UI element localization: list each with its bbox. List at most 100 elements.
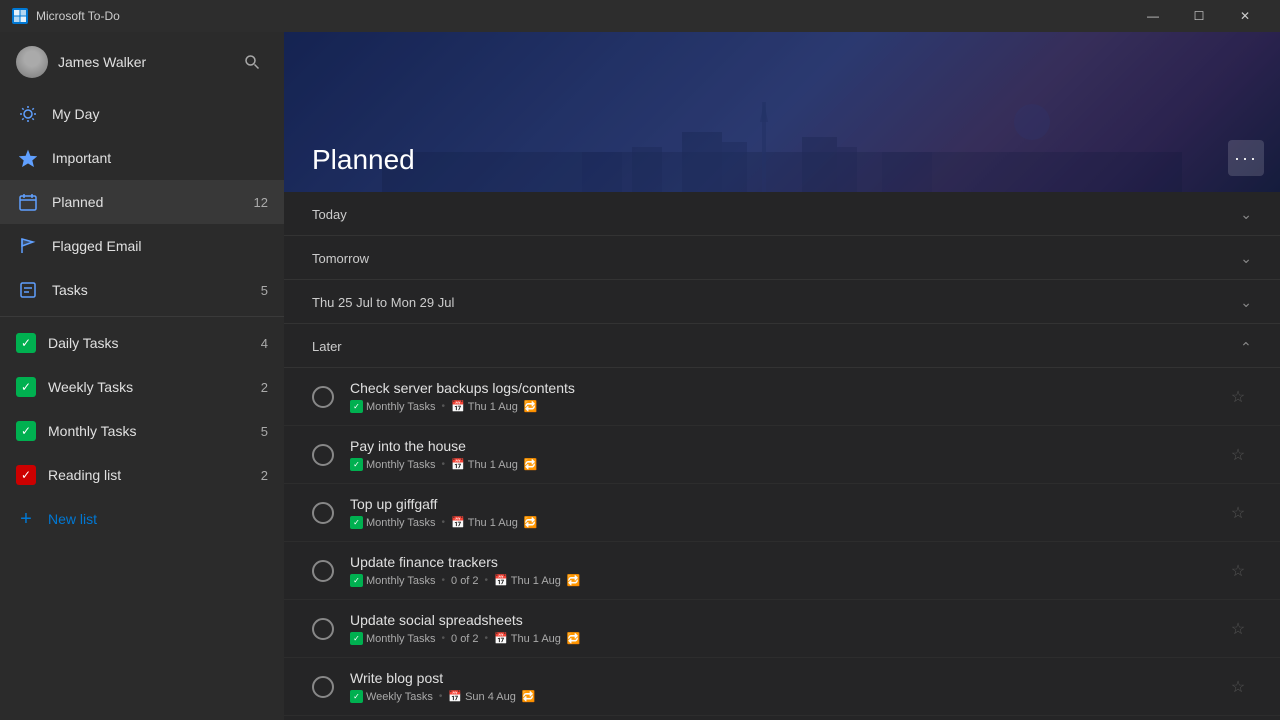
- task-content: Check server backups logs/contents ✓ Mon…: [350, 380, 1224, 413]
- task-meta: ✓ Monthly Tasks • 0 of 2 • 📅 Thu 1 Aug 🔁: [350, 632, 1224, 645]
- task-complete-circle[interactable]: [312, 502, 334, 524]
- window-controls: — ☐ ✕: [1130, 0, 1268, 32]
- user-name: James Walker: [58, 54, 146, 70]
- table-row[interactable]: Update finance trackers ✓ Monthly Tasks …: [284, 542, 1280, 600]
- more-options-button[interactable]: ···: [1228, 140, 1264, 176]
- table-row[interactable]: Write blog post ✓ Weekly Tasks • 📅 Sun 4…: [284, 658, 1280, 716]
- table-row[interactable]: Update social spreadsheets ✓ Monthly Tas…: [284, 600, 1280, 658]
- sidebar-item-weekly-tasks[interactable]: ✓ Weekly Tasks 2: [0, 365, 284, 409]
- calendar-icon: [16, 190, 40, 214]
- main-content: Planned ··· Today ⌄ Tomorrow ⌄ Thu 25 Ju…: [284, 32, 1280, 720]
- list-check-icon-green: ✓: [16, 377, 36, 397]
- task-content: Top up giffgaff ✓ Monthly Tasks • 📅 Thu …: [350, 496, 1224, 529]
- task-complete-circle[interactable]: [312, 560, 334, 582]
- section-title: Later: [312, 339, 342, 354]
- task-title: Update social spreadsheets: [350, 612, 1224, 628]
- list-badge: 4: [261, 336, 268, 351]
- search-button[interactable]: [236, 46, 268, 78]
- task-meta: ✓ Monthly Tasks • 📅 Thu 1 Aug 🔁: [350, 400, 1224, 413]
- tag-check-icon: ✓: [350, 458, 363, 471]
- repeat-icon: 🔁: [567, 574, 581, 587]
- repeat-icon: 🔁: [522, 690, 536, 703]
- task-list-area: Today ⌄ Tomorrow ⌄ Thu 25 Jul to Mon 29 …: [284, 192, 1280, 720]
- section-title: Tomorrow: [312, 251, 369, 266]
- chevron-down-icon: ⌄: [1240, 294, 1252, 311]
- sidebar-item-label: Flagged Email: [52, 238, 268, 254]
- section-today[interactable]: Today ⌄: [284, 192, 1280, 236]
- sidebar-item-important[interactable]: Important: [0, 136, 284, 180]
- flag-icon: [16, 234, 40, 258]
- title-bar: Microsoft To-Do — ☐ ✕: [0, 0, 1280, 32]
- calendar-small-icon: 📅: [448, 690, 462, 703]
- task-star-button[interactable]: ☆: [1224, 673, 1252, 701]
- calendar-small-icon: 📅: [494, 574, 508, 587]
- section-later[interactable]: Later ⌄: [284, 324, 1280, 368]
- task-title: Check server backups logs/contents: [350, 380, 1224, 396]
- tag-check-icon: ✓: [350, 632, 363, 645]
- task-list-name: Monthly Tasks: [366, 575, 436, 587]
- table-row[interactable]: Pay into the house ✓ Monthly Tasks • 📅 T…: [284, 426, 1280, 484]
- tag-check-icon: ✓: [350, 400, 363, 413]
- task-complete-circle[interactable]: [312, 386, 334, 408]
- table-row[interactable]: Top up giffgaff ✓ Monthly Tasks • 📅 Thu …: [284, 484, 1280, 542]
- list-badge: 2: [261, 468, 268, 483]
- task-star-button[interactable]: ☆: [1224, 441, 1252, 469]
- list-check-icon-green: ✓: [16, 333, 36, 353]
- task-list-name: Weekly Tasks: [366, 691, 433, 703]
- avatar: [16, 46, 48, 78]
- list-label: Daily Tasks: [48, 335, 261, 351]
- task-list-tag: ✓ Monthly Tasks: [350, 574, 436, 587]
- task-date: 📅 Sun 4 Aug: [448, 690, 515, 703]
- close-button[interactable]: ✕: [1222, 0, 1268, 32]
- task-complete-circle[interactable]: [312, 444, 334, 466]
- repeat-icon: 🔁: [567, 632, 581, 645]
- chevron-down-icon: ⌄: [1240, 206, 1252, 223]
- task-meta: ✓ Monthly Tasks • 📅 Thu 1 Aug 🔁: [350, 516, 1224, 529]
- task-list-tag: ✓ Monthly Tasks: [350, 516, 436, 529]
- task-date: 📅 Thu 1 Aug: [451, 400, 518, 413]
- sidebar-item-planned[interactable]: Planned 12: [0, 180, 284, 224]
- chevron-up-icon: ⌄: [1240, 338, 1252, 355]
- repeat-icon: 🔁: [524, 458, 538, 471]
- sidebar-item-my-day[interactable]: My Day: [0, 92, 284, 136]
- task-star-button[interactable]: ☆: [1224, 615, 1252, 643]
- task-list-name: Monthly Tasks: [366, 517, 436, 529]
- task-list-name: Monthly Tasks: [366, 459, 436, 471]
- new-list-plus-icon: +: [16, 509, 36, 529]
- sidebar-item-reading-list[interactable]: ✓ Reading list 2: [0, 453, 284, 497]
- star-icon: [16, 146, 40, 170]
- tag-check-icon: ✓: [350, 574, 363, 587]
- sun-icon: [16, 102, 40, 126]
- calendar-small-icon: 📅: [451, 458, 465, 471]
- task-date: 📅 Thu 1 Aug: [451, 516, 518, 529]
- task-list-tag: ✓ Weekly Tasks: [350, 690, 433, 703]
- list-badge: 5: [261, 424, 268, 439]
- task-list-tag: ✓ Monthly Tasks: [350, 400, 436, 413]
- page-title: Planned: [312, 144, 1252, 176]
- add-task-row[interactable]: + Add a task due today: [284, 716, 1280, 720]
- calendar-small-icon: 📅: [451, 516, 465, 529]
- task-complete-circle[interactable]: [312, 618, 334, 640]
- sidebar-item-daily-tasks[interactable]: ✓ Daily Tasks 4: [0, 321, 284, 365]
- sidebar-item-tasks[interactable]: Tasks 5: [0, 268, 284, 312]
- section-tomorrow[interactable]: Tomorrow ⌄: [284, 236, 1280, 280]
- new-list-label: New list: [48, 511, 97, 527]
- section-thu-mon[interactable]: Thu 25 Jul to Mon 29 Jul ⌄: [284, 280, 1280, 324]
- app-icon: [12, 8, 28, 24]
- section-title: Thu 25 Jul to Mon 29 Jul: [312, 295, 454, 310]
- task-complete-circle[interactable]: [312, 676, 334, 698]
- sidebar-item-flagged-email[interactable]: Flagged Email: [0, 224, 284, 268]
- task-list-name: Monthly Tasks: [366, 633, 436, 645]
- new-list-item[interactable]: + New list: [0, 497, 284, 541]
- task-star-button[interactable]: ☆: [1224, 499, 1252, 527]
- sidebar-item-monthly-tasks[interactable]: ✓ Monthly Tasks 5: [0, 409, 284, 453]
- minimize-button[interactable]: —: [1130, 0, 1176, 32]
- task-star-button[interactable]: ☆: [1224, 383, 1252, 411]
- task-list-tag: ✓ Monthly Tasks: [350, 458, 436, 471]
- sidebar-item-label: Tasks: [52, 282, 248, 298]
- maximize-button[interactable]: ☐: [1176, 0, 1222, 32]
- sidebar-header: James Walker: [0, 32, 284, 92]
- sidebar-user[interactable]: James Walker: [16, 46, 146, 78]
- table-row[interactable]: Check server backups logs/contents ✓ Mon…: [284, 368, 1280, 426]
- task-star-button[interactable]: ☆: [1224, 557, 1252, 585]
